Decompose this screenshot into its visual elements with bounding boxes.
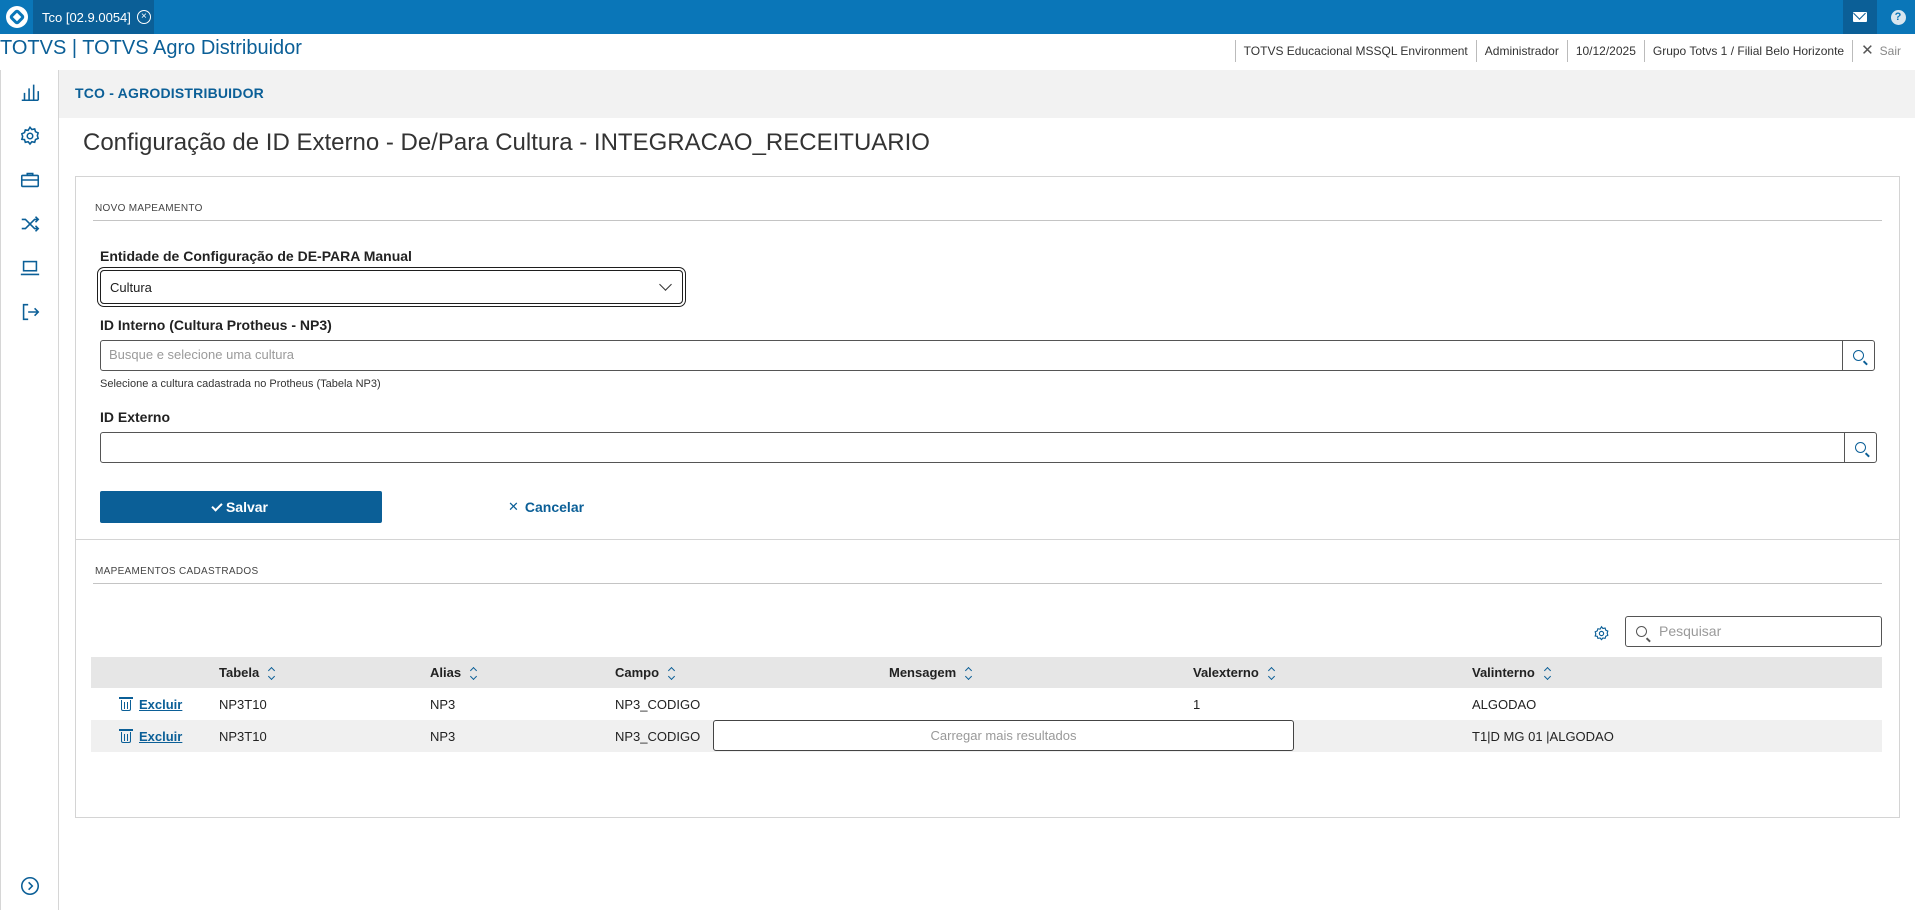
entity-select[interactable]: Cultura (100, 270, 683, 304)
new-mapping-panel: NOVO MAPEAMENTO Entidade de Configuração… (75, 176, 1900, 540)
branch-label[interactable]: Grupo Totvs 1 / Filial Belo Horizonte (1643, 40, 1852, 62)
logout-icon[interactable] (18, 300, 42, 324)
tab-label: Tco [02.9.0054] (42, 9, 131, 25)
save-button[interactable]: Salvar (100, 491, 382, 523)
column-header-alias[interactable]: Alias (430, 657, 615, 688)
totvs-logo-icon[interactable] (0, 0, 33, 34)
shuffle-icon[interactable] (18, 212, 42, 236)
cell-valexterno: 1 (1193, 696, 1201, 712)
tab-tco[interactable]: Tco [02.9.0054] × (33, 0, 154, 34)
column-header-mensagem[interactable]: Mensagem (889, 657, 1193, 688)
divider (93, 583, 1882, 584)
search-button[interactable] (1842, 341, 1874, 370)
briefcase-icon[interactable] (18, 168, 42, 192)
sort-icon[interactable] (268, 668, 276, 680)
page-area: Configuração de ID Externo - De/Para Cul… (59, 118, 1915, 910)
delete-button[interactable]: Excluir (91, 728, 219, 744)
internal-id-help: Selecione a cultura cadastrada no Prothe… (100, 378, 381, 390)
cell-alias: NP3 (430, 720, 615, 752)
logout-button[interactable]: ✕ Sair (1852, 40, 1915, 62)
load-more-button[interactable]: Carregar mais resultados (713, 720, 1294, 751)
check-icon (211, 499, 223, 512)
sort-icon[interactable] (668, 668, 676, 680)
internal-id-input[interactable] (109, 347, 1809, 362)
top-bar: Tco [02.9.0054] × ? (0, 0, 1915, 34)
mail-icon[interactable] (1843, 0, 1877, 34)
column-header-campo[interactable]: Campo (615, 657, 889, 688)
divider (93, 220, 1882, 221)
sort-icon[interactable] (965, 668, 973, 680)
trash-icon (119, 728, 133, 744)
table-search (1625, 616, 1882, 647)
search-button[interactable] (1844, 433, 1876, 462)
module-title: TCO - AGRODISTRIBUIDOR (75, 85, 264, 101)
save-label: Salvar (225, 499, 269, 515)
column-header-valexterno[interactable]: Valexterno (1193, 657, 1472, 688)
header-info: TOTVS Educacional MSSQL Environment Admi… (1234, 39, 1915, 63)
sort-icon[interactable] (1268, 668, 1276, 680)
internal-id-lookup (100, 340, 1875, 371)
trash-icon (119, 696, 133, 712)
cell-mensagem (889, 688, 1193, 720)
cancel-label: Cancelar (524, 499, 585, 515)
sort-icon[interactable] (470, 668, 478, 680)
cell-valinterno: ALGODAO (1472, 696, 1537, 712)
section-label: MAPEAMENTOS CADASTRADOS (95, 566, 259, 577)
cell-campo: NP3_CODIGO (615, 696, 701, 712)
app-title: TOTVS | TOTVS Agro Distribuidor (0, 37, 302, 59)
external-id-input[interactable] (109, 439, 1809, 454)
laptop-icon[interactable] (18, 256, 42, 280)
date-label: 10/12/2025 (1566, 40, 1644, 62)
external-id-lookup (100, 432, 1877, 463)
gear-icon[interactable] (18, 124, 42, 148)
external-id-label: ID Externo (100, 409, 171, 425)
delete-button[interactable]: Excluir (91, 696, 219, 712)
column-header-tabela[interactable]: Tabela (219, 657, 430, 688)
cell-tabela: NP3T10 (219, 696, 267, 712)
column-header-valinterno[interactable]: Valinterno (1472, 657, 1882, 688)
cell-alias: NP3 (430, 696, 456, 712)
entity-label: Entidade de Configuração de DE-PARA Manu… (100, 248, 412, 264)
cell-valinterno: T1|D MG 01 |ALGODAO (1472, 720, 1882, 752)
chevron-down-icon (659, 278, 672, 291)
table-header: Tabela Alias Campo Mensagem Valexterno V… (91, 657, 1882, 688)
search-icon (1853, 350, 1864, 361)
search-icon (1636, 626, 1647, 637)
page-title: Configuração de ID Externo - De/Para Cul… (83, 129, 930, 156)
app-header: TOTVS | TOTVS Agro Distribuidor TOTVS Ed… (0, 34, 1915, 70)
sort-icon[interactable] (1544, 668, 1552, 680)
mappings-panel: MAPEAMENTOS CADASTRADOS Tabela Alias (75, 540, 1900, 818)
search-input[interactable] (1659, 623, 1869, 639)
table-settings-icon[interactable] (1592, 624, 1610, 642)
section-label: NOVO MAPEAMENTO (95, 203, 203, 214)
internal-id-label: ID Interno (Cultura Protheus - NP3) (100, 317, 332, 333)
chart-icon[interactable] (18, 80, 42, 104)
entity-value: Cultura (110, 279, 152, 295)
cell-tabela: NP3T10 (219, 720, 430, 752)
close-icon: ✕ (1861, 42, 1874, 59)
table-row: Excluir NP3T10 NP3 NP3_CODIGO 1 ALGODAO (91, 688, 1882, 720)
close-tab-icon[interactable]: × (136, 10, 151, 24)
close-icon: ✕ (508, 499, 519, 514)
environment-label: TOTVS Educacional MSSQL Environment (1234, 40, 1476, 62)
help-icon[interactable]: ? (1881, 0, 1915, 34)
cancel-button[interactable]: ✕ Cancelar (508, 491, 584, 523)
main-content: TCO - AGRODISTRIBUIDOR Configuração de I… (59, 70, 1915, 910)
chevron-right-icon[interactable] (18, 874, 42, 898)
sidebar (0, 70, 59, 910)
user-label: Administrador (1475, 40, 1567, 62)
search-icon (1855, 442, 1866, 453)
logout-label: Sair (1879, 44, 1901, 58)
